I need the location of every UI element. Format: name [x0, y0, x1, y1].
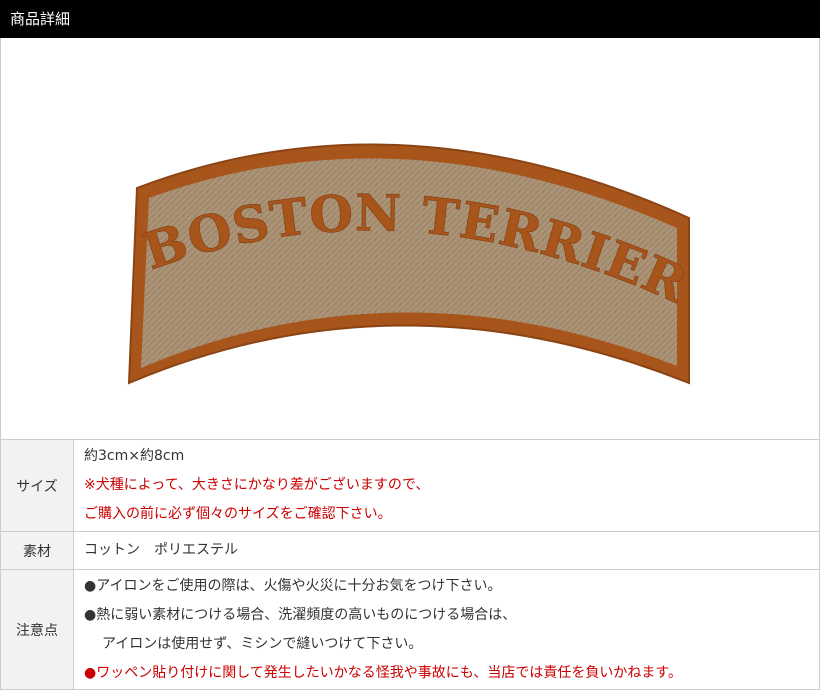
- caution-line1: ●アイロンをご使用の際は、火傷や火災に十分お気をつけ下さい。: [84, 572, 809, 601]
- size-note-line2: ご購入の前に必ず個々のサイズをご確認下さい。: [84, 506, 392, 522]
- size-label: サイズ: [0, 439, 74, 532]
- size-note-line1: ※犬種によって、大きさにかなり差がございますので、: [84, 477, 430, 493]
- caution-value-cell: ●アイロンをご使用の際は、火傷や火災に十分お気をつけ下さい。 ●熱に弱い素材につ…: [73, 569, 820, 690]
- caution-line2: ●熱に弱い素材につける場合、洗濯頻度の高いものにつける場合は、: [84, 601, 809, 630]
- material-label: 素材: [0, 531, 74, 570]
- product-image-area: BOSTON TERRIER: [0, 38, 820, 439]
- size-value: 約3cm×約8cm: [84, 448, 185, 464]
- size-value-cell: 約3cm×約8cm ※犬種によって、大きさにかなり差がございますので、 ご購入の…: [73, 439, 820, 532]
- product-patch-image: BOSTON TERRIER: [127, 143, 696, 385]
- bullet-icon: ●: [84, 606, 97, 623]
- material-value-cell: コットン ポリエステル: [73, 531, 820, 570]
- spec-row-size: サイズ 約3cm×約8cm ※犬種によって、大きさにかなり差がございますので、 …: [0, 439, 820, 532]
- caution-line1-text: アイロンをご使用の際は、火傷や火災に十分お気をつけ下さい。: [96, 577, 502, 594]
- caution-label: 注意点: [0, 569, 74, 690]
- caution-line3: アイロンは使用せず、ミシンで縫いつけて下さい。: [102, 635, 423, 652]
- spec-row-caution: 注意点 ●アイロンをご使用の際は、火傷や火災に十分お気をつけ下さい。 ●熱に弱い…: [0, 569, 820, 690]
- section-title: 商品詳細: [10, 10, 71, 28]
- spec-row-material: 素材 コットン ポリエステル: [0, 531, 820, 570]
- caution-line4: ●ワッペン貼り付けに関して発生したいかなる怪我や事故にも、当店では責任を負いかね…: [84, 659, 809, 688]
- bullet-icon: ●: [84, 577, 97, 594]
- caution-line2-text: 熱に弱い素材につける場合、洗濯頻度の高いものにつける場合は、: [96, 606, 517, 623]
- bullet-icon: ●: [84, 664, 97, 681]
- spec-table: サイズ 約3cm×約8cm ※犬種によって、大きさにかなり差がございますので、 …: [0, 439, 820, 690]
- material-value: コットン ポリエステル: [84, 542, 238, 558]
- caution-line4-text: ワッペン貼り付けに関して発生したいかなる怪我や事故にも、当店では責任を負いかねま…: [96, 664, 682, 681]
- section-header: 商品詳細: [0, 0, 820, 38]
